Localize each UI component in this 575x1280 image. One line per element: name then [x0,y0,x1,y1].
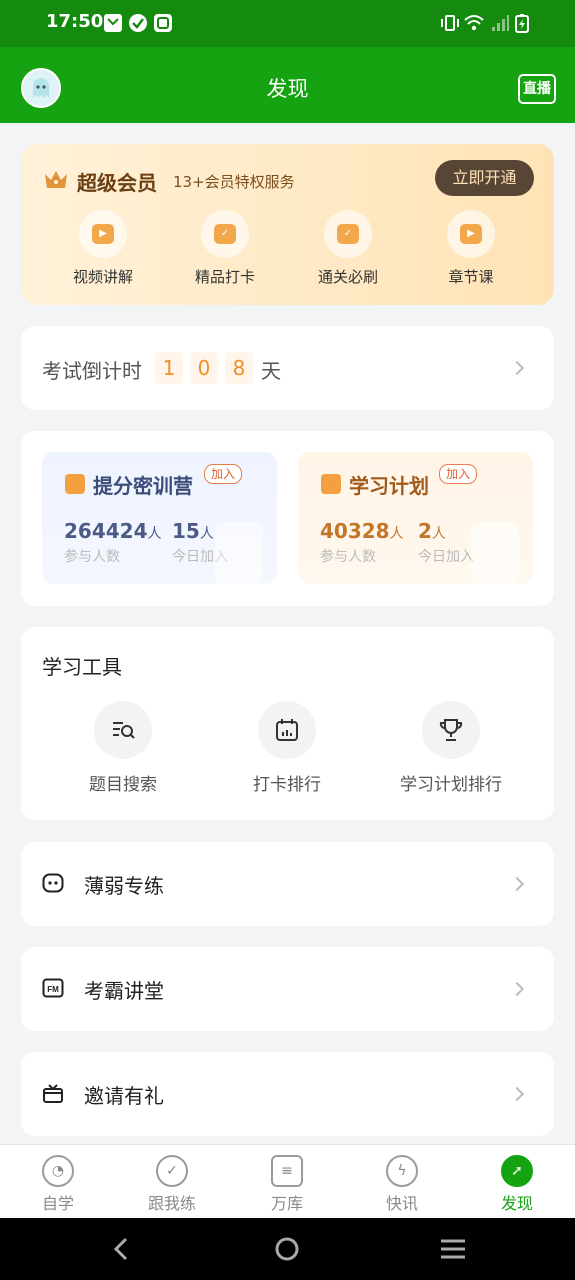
camp-card-plan[interactable]: 学习计划 加入 40328人 参与人数 2人 今日加入 [298,452,533,584]
live-button[interactable]: 直播 [518,74,556,104]
tab-label: 万库 [270,1194,303,1213]
tool-label: 打卡排行 [253,775,321,795]
study-tools: 学习工具 题目搜索 打卡排行 学习计划排行 [21,627,554,820]
tool-plan-ranking[interactable]: 学习计划排行 [376,701,526,795]
calendar-icon [65,474,85,494]
row-label: 邀请有礼 [84,1084,164,1108]
tool-label: 题目搜索 [89,775,157,795]
chevron-right-icon [509,981,525,997]
today-count: 2人 [418,519,446,543]
tool-checkin-ranking[interactable]: 打卡排行 [212,701,362,795]
participant-label: 参与人数 [64,549,120,565]
trend-decoration-icon [471,522,519,584]
fm-radio-icon: FM [42,978,64,998]
countdown-digit: 0 [190,352,218,384]
tab-label: 自学 [41,1194,74,1213]
robot-face-icon [42,873,64,893]
vip-item-label: 通关必刷 [317,268,378,286]
vip-title: 超级会员 [77,171,157,195]
camp-card-training[interactable]: 提分密训营 加入 264424人 参与人数 15人 今日加入 [42,452,277,584]
join-badge[interactable]: 加入 [439,464,478,484]
vip-item-chapter[interactable]: ▶ 章节课 [421,210,521,287]
tab-library[interactable]: ≡ 万库 [247,1155,327,1214]
svg-text:FM: FM [47,985,59,994]
plan-icon [321,474,341,494]
row-master-lecture[interactable]: FM 考霸讲堂 [21,947,554,1031]
participant-count: 40328人 [320,519,404,543]
vip-item-checkin[interactable]: ✓ 精品打卡 [175,210,275,287]
calendar-check-icon: ✓ [214,224,236,244]
row-weak-practice[interactable]: 薄弱专练 [21,842,554,926]
practice-icon: ✓ [156,1155,188,1187]
countdown-digit: 8 [225,352,253,384]
vip-open-button[interactable]: 立即开通 [435,160,534,196]
system-nav-bar [0,1218,575,1280]
status-time: 17:50 [46,11,104,32]
tool-label: 学习计划排行 [400,775,502,795]
countdown-label: 考试倒计时 [42,359,142,383]
camp-title: 学习计划 [349,474,429,498]
tab-practice[interactable]: ✓ 跟我练 [132,1155,212,1214]
compass-icon: ➚ [501,1155,533,1187]
home-icon[interactable] [274,1236,300,1262]
tab-self-study[interactable]: ◔ 自学 [18,1155,98,1214]
camps-section: 提分密训营 加入 264424人 参与人数 15人 今日加入 学习计划 加入 4… [21,431,554,606]
crown-icon [45,171,67,188]
tab-label: 跟我练 [147,1194,196,1213]
bottom-tab-bar: ◔ 自学 ✓ 跟我练 ≡ 万库 ϟ 快讯 ➚ 发现 [0,1144,575,1218]
check-circle-icon [129,14,147,32]
vip-item-video[interactable]: ▶ 视频讲解 [53,210,153,287]
battery-charging-icon [515,14,529,33]
gift-icon [43,1084,63,1103]
signal-icon [492,15,509,31]
row-label: 薄弱专练 [84,874,164,898]
tab-label: 快讯 [385,1194,418,1213]
vibrate-icon [441,15,459,31]
participant-count: 264424人 [64,519,162,543]
app-header: 发现 直播 [0,47,575,123]
page-title: 发现 [266,77,309,101]
lightning-icon: ϟ [386,1155,418,1187]
camp-title: 提分密训营 [93,474,193,498]
participant-label: 参与人数 [320,549,376,565]
vip-item-label: 视频讲解 [72,268,133,286]
calendar-chart-icon [276,719,298,741]
row-invite-gift[interactable]: 邀请有礼 [21,1052,554,1136]
join-badge[interactable]: 加入 [204,464,243,484]
back-icon[interactable] [110,1236,134,1262]
wifi-icon [464,15,484,31]
trophy-icon [439,719,463,741]
row-label: 考霸讲堂 [84,979,164,1003]
chevron-right-icon [509,360,525,376]
tool-question-search[interactable]: 题目搜索 [48,701,198,795]
chevron-right-icon [509,876,525,892]
check-decoration-icon [215,522,263,584]
section-title: 学习工具 [42,655,122,679]
clipboard-check-icon: ✓ [337,224,359,244]
tab-label: 发现 [500,1194,533,1213]
recents-icon[interactable] [439,1238,467,1260]
self-study-icon: ◔ [42,1155,74,1187]
vip-banner[interactable]: 超级会员 13+会员特权服务 立即开通 ▶ 视频讲解 ✓ 精品打卡 ✓ 通关必刷… [21,144,554,305]
vip-item-must-do[interactable]: ✓ 通关必刷 [298,210,398,287]
video-icon: ▶ [92,224,114,244]
vip-subtitle: 13+会员特权服务 [173,173,295,191]
vip-item-label: 精品打卡 [194,268,255,286]
tab-discover[interactable]: ➚ 发现 [477,1155,557,1214]
today-count: 15人 [172,519,214,543]
countdown-unit: 天 [261,359,281,383]
search-list-icon [113,722,135,739]
play-icon: ▶ [460,224,482,244]
mail-icon [104,14,122,32]
today-label: 今日加入 [418,549,474,565]
app-badge-icon [154,14,172,32]
exam-countdown[interactable]: 考试倒计时 1 0 8 天 [21,326,554,410]
tab-news[interactable]: ϟ 快讯 [362,1155,442,1214]
chevron-right-icon [509,1086,525,1102]
status-bar: 17:50 [0,0,575,47]
countdown-digit: 1 [155,352,183,384]
vip-item-label: 章节课 [448,268,494,286]
library-icon: ≡ [271,1155,303,1187]
